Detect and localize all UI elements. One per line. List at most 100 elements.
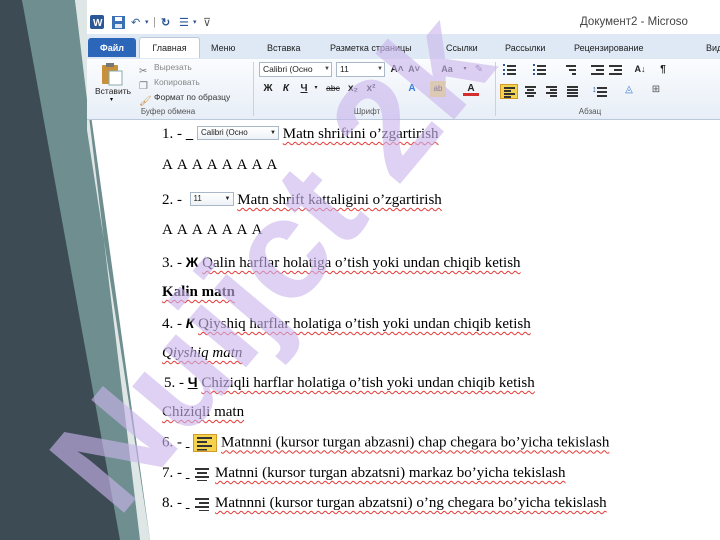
bullets-icon[interactable]	[503, 64, 517, 75]
font-name-combo[interactable]: Calibri (Осно ▼	[259, 62, 332, 77]
increase-indent-icon[interactable]	[609, 64, 623, 75]
item-description: Matn shrift kattaligini o’zgartirish	[237, 192, 442, 208]
brush-icon: 🖌	[139, 96, 152, 107]
underscore-gap	[186, 126, 194, 142]
doc-line-6: Kalin matn	[162, 284, 235, 301]
customize-qat-icon[interactable]: ⊽	[203, 14, 211, 30]
align-center-button[interactable]	[522, 84, 540, 99]
show-formatting-button[interactable]: ¶	[657, 62, 669, 78]
highlight-icon[interactable]: ab	[430, 81, 446, 97]
doc-line-5: 3. - Ж Qalin harflar holatiga o’tish yok…	[162, 254, 521, 272]
doc-line-3: 2. - 11 ▼ Matn shrift kattaligini o’zgart…	[162, 192, 442, 209]
underline-button[interactable]: Ч	[297, 81, 311, 97]
item-number: 4. -	[162, 316, 182, 332]
tab-mailings[interactable]: Рассылки	[505, 38, 545, 57]
shrink-font-button[interactable]: A˅	[406, 62, 422, 78]
tab-insert[interactable]: Вставка	[267, 38, 300, 57]
doc-line-10: Chiziqli matn	[162, 404, 244, 421]
align-left-button[interactable]	[500, 84, 518, 99]
align-center-icon	[195, 467, 210, 481]
text-effects-icon[interactable]: A	[404, 81, 420, 97]
italic-button[interactable]: К	[279, 81, 293, 97]
quick-access-toolbar: W ↶ ▾ | ↻ ☰ ▾ ⊽ Документ2 - Microso	[87, 10, 720, 34]
align-right-button[interactable]	[543, 84, 561, 99]
tab-file[interactable]: Файл	[88, 38, 136, 57]
doc-line-9: 5. - Ч Chiziqli harflar holatiga o’tish …	[164, 374, 535, 392]
item-number: 3. -	[162, 255, 182, 271]
subscript-button[interactable]: x₂	[346, 81, 360, 97]
chevron-down-icon: ▼	[377, 66, 383, 72]
multilevel-list-icon[interactable]	[563, 64, 577, 75]
list-dropdown-icon[interactable]: ▾	[193, 14, 197, 30]
word-window: W ↶ ▾ | ↻ ☰ ▾ ⊽ Документ2 - Microso Файл…	[87, 10, 720, 120]
ribbon-home: Вставить ▾ ✂ Вырезать ❐ Копировать 🖌 Фор…	[87, 59, 720, 120]
paste-label: Вставить	[94, 86, 132, 96]
font-size-combo[interactable]: 11 ▼	[336, 62, 385, 77]
sample-text-italic: Qiyshiq matn	[162, 345, 243, 361]
superscript-button[interactable]: x²	[364, 81, 378, 97]
tab-review[interactable]: Рецензирование	[574, 38, 644, 57]
change-case-button[interactable]: Aa	[435, 62, 459, 78]
undo-dropdown-icon[interactable]: ▾	[145, 14, 149, 30]
align-left-icon	[193, 434, 218, 452]
doc-line-1: 1. - Calibri (Осно ▼ Matn shriftini o’zga…	[162, 126, 439, 143]
justify-button[interactable]	[564, 84, 582, 99]
item-description: Qalin harflar holatiga o’tish yoki undan…	[202, 255, 521, 271]
chevron-down-icon[interactable]: ▾	[461, 62, 469, 78]
item-description: Matnnni (kursor turgan abzasni) chap che…	[221, 434, 610, 451]
doc-line-7: 4. - К Qiyshiq harflar holatiga o’tish y…	[162, 315, 531, 333]
tab-menu[interactable]: Меню	[211, 38, 235, 57]
format-painter-button[interactable]: 🖌 Формат по образцу	[139, 91, 230, 107]
item-number: 7. -	[162, 465, 182, 481]
line-spacing-icon[interactable]: ↕	[592, 84, 608, 97]
item-description: Matnnni (kursor turgan abzatsni) o’ng ch…	[215, 495, 607, 511]
word-app-icon[interactable]: W	[90, 14, 104, 30]
window-title: Документ2 - Microso	[580, 16, 688, 28]
decrease-indent-icon[interactable]	[591, 64, 605, 75]
bold-button[interactable]: Ж	[261, 81, 275, 97]
undo-icon[interactable]: ↶	[131, 14, 140, 30]
copy-label: Копировать	[154, 77, 200, 87]
list-numbering-icon[interactable]: ☰	[179, 14, 189, 30]
item-description: Qiyshiq harflar holatiga o’tish yoki und…	[198, 316, 531, 332]
paste-button[interactable]: Вставить ▾	[91, 62, 133, 104]
paragraph-group-label: Абзац	[578, 107, 602, 116]
borders-icon[interactable]: ⊞	[648, 82, 664, 98]
doc-line-11: 6. - Matnnni (kursor turgan abzasni) cha…	[162, 434, 609, 452]
item-number: 6. -	[162, 434, 182, 451]
strikethrough-button[interactable]: abc	[323, 81, 343, 97]
chevron-down-icon: ▼	[224, 196, 231, 202]
tab-home[interactable]: Главная	[139, 37, 200, 58]
item-description: Chiziqli harflar holatiga o’tish yoki un…	[201, 375, 535, 391]
font-name-value: Calibri (Осно	[263, 64, 313, 74]
svg-text:W: W	[93, 18, 103, 29]
tab-view[interactable]: Вид	[706, 38, 720, 57]
document-page: 1. - Calibri (Осно ▼ Matn shriftini o’zga…	[150, 120, 665, 518]
item-description: Matnni (kursor turgan abzatsni) markaz b…	[215, 465, 566, 481]
redo-icon[interactable]: ↻	[161, 14, 170, 30]
underscore-gap	[186, 495, 190, 511]
shading-icon[interactable]: ◬	[621, 82, 637, 98]
chevron-down-icon: ▼	[324, 66, 330, 72]
font-size-combo-sample: 11 ▼	[189, 192, 234, 206]
font-size-value: 11	[340, 64, 349, 74]
underline-icon: Ч	[187, 374, 198, 390]
grow-font-button[interactable]: A˄	[389, 62, 405, 78]
font-color-icon[interactable]: A	[463, 81, 479, 96]
tab-references[interactable]: Ссылки	[446, 38, 478, 57]
item-number: 5. -	[164, 375, 184, 391]
qat-separator-icon: |	[153, 16, 156, 28]
format-painter-label: Формат по образцу	[154, 92, 231, 102]
chevron-down-icon[interactable]: ▾	[312, 81, 320, 97]
sort-icon[interactable]: A↓	[634, 62, 646, 78]
cut-label: Вырезать	[154, 62, 192, 72]
item-number: 8. -	[162, 495, 182, 511]
copy-button[interactable]: ❐ Копировать	[139, 76, 200, 92]
tab-page-layout[interactable]: Разметка страницы	[330, 38, 412, 57]
cut-button[interactable]: ✂ Вырезать	[139, 61, 192, 77]
paste-icon	[102, 63, 123, 86]
save-icon[interactable]	[112, 14, 125, 30]
underscore-gap	[186, 434, 190, 450]
numbering-icon[interactable]	[533, 64, 547, 75]
clear-formatting-icon[interactable]: ✎	[471, 62, 487, 78]
